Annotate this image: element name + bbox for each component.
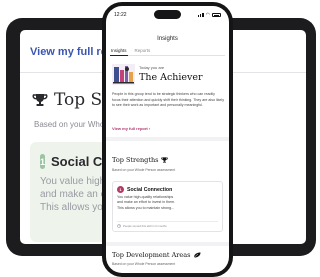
strength-card[interactable]: 1 Social Connection You value high-quali…: [112, 181, 223, 232]
arrow-right-icon: ›: [148, 126, 151, 131]
battery-icon: [212, 13, 221, 17]
hero-subtitle: Today you are: [139, 65, 165, 70]
signal-icon: [198, 13, 204, 17]
hero-description: People in this group tend to be strategi…: [112, 92, 224, 108]
development-title: Top Development Areas: [112, 251, 191, 259]
strength-title: Social Connection: [127, 186, 173, 193]
strength-card-footer: People scored this skill in 3 months: [117, 221, 218, 228]
section-divider: [106, 242, 229, 246]
strength-line: This allows you to maintain strong...: [117, 205, 175, 210]
tab-insights[interactable]: Insights: [110, 46, 128, 56]
tab-reports[interactable]: Reports: [134, 46, 152, 56]
strength-footer-text: People scored this skill in 3 months: [123, 224, 167, 228]
status-time: 12:22: [114, 12, 127, 18]
tablet-card-number: 1: [40, 154, 46, 169]
page-title: Insights: [157, 36, 178, 42]
section-divider: [106, 137, 229, 141]
phone-screen: 12:22 ◠ Insights Insights Reports Today …: [106, 6, 229, 273]
wifi-icon: ◠: [205, 11, 210, 18]
hero-title: The Achiever: [139, 72, 203, 83]
view-report-link[interactable]: View my full report ›: [112, 126, 150, 131]
strengths-heading: Top Strengths: [112, 156, 169, 164]
tab-bar: Insights Reports: [110, 46, 225, 56]
strength-number: 1: [117, 186, 124, 193]
leaf-icon: [194, 252, 201, 258]
achiever-illustration: [112, 64, 135, 85]
strengths-based-on: Based on your Whole Person assessment: [112, 168, 176, 172]
development-heading: Top Development Areas: [112, 251, 201, 259]
trophy-icon: [32, 94, 48, 106]
development-based-on: Based on your Whole Person assessment: [112, 262, 176, 266]
trophy-icon: [161, 157, 169, 163]
strengths-title: Top Strengths: [112, 156, 159, 164]
status-bar: 12:22 ◠: [114, 10, 221, 20]
clock-icon: [117, 224, 121, 228]
phone-device: 12:22 ◠ Insights Insights Reports Today …: [102, 2, 233, 277]
view-report-label: View my full report: [112, 126, 148, 131]
